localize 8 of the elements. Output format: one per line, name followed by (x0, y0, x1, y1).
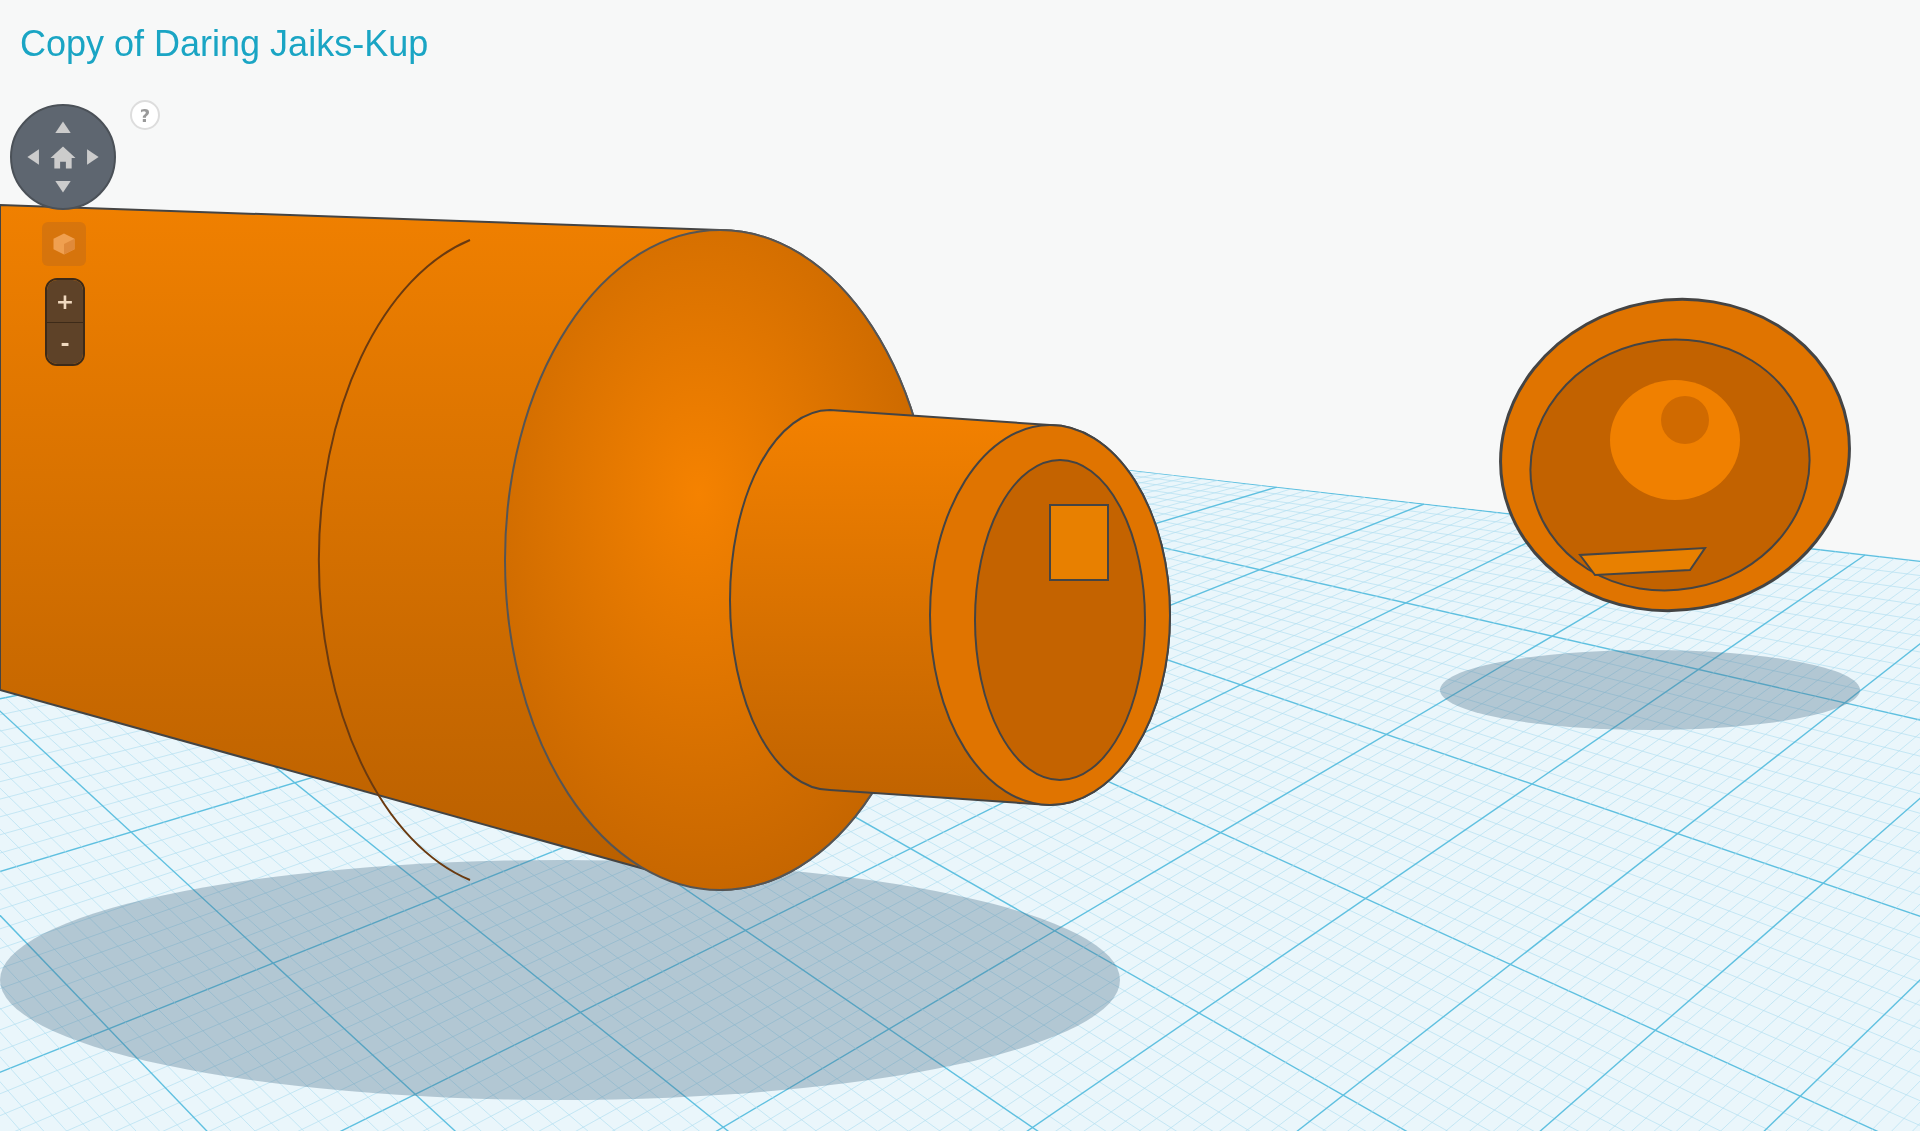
left-arrow-icon[interactable] (27, 149, 39, 165)
zoom-button[interactable]: - (47, 322, 83, 364)
design-title: Copy of Daring Jaiks-Kup (20, 22, 429, 66)
home-icon[interactable] (50, 146, 76, 169)
up-arrow-icon[interactable] (55, 121, 71, 133)
down-arrow-icon[interactable] (55, 181, 71, 193)
right-arrow-icon[interactable] (87, 149, 99, 165)
zoom-button[interactable]: + (47, 280, 83, 322)
